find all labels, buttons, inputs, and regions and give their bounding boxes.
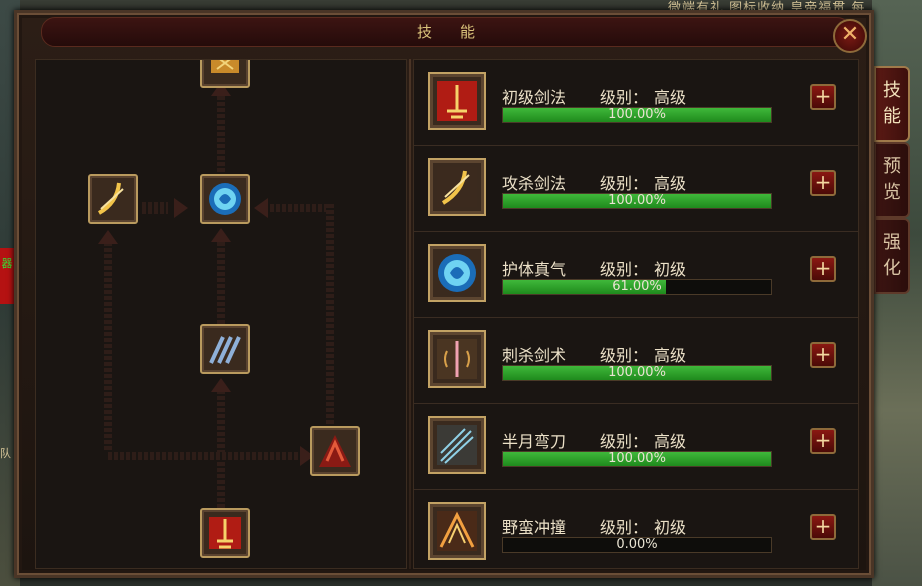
tree-node-claw[interactable] <box>200 324 250 374</box>
tree-path <box>217 242 225 328</box>
skill-row: 半月弯刀 级别： 高级 100.00% + <box>414 404 858 490</box>
savage-charge-icon[interactable] <box>428 502 486 560</box>
tab-skills-char-2: 能 <box>883 106 901 127</box>
savage-charge-icon <box>319 435 351 467</box>
level-value: 高级 <box>654 346 687 365</box>
tab-enhance[interactable]: 强 化 <box>874 218 910 294</box>
upgrade-plus-button[interactable]: + <box>810 170 836 196</box>
tree-path <box>217 96 225 172</box>
panel-divider <box>409 59 411 569</box>
tab-preview[interactable]: 预 览 <box>874 142 910 218</box>
level-value: 初级 <box>654 518 687 537</box>
progress-bar: 100.00% <box>502 365 772 381</box>
progress-text: 100.00% <box>608 451 666 466</box>
window-titlebar[interactable]: 技能 <box>41 17 851 47</box>
level-label: 级别： <box>600 88 649 107</box>
tab-skills[interactable]: 技 能 <box>874 66 910 142</box>
skill-row: 护体真气 级别： 初级 61.00% + <box>414 232 858 318</box>
skill-row: 野蛮冲撞 级别： 初级 0.00% + <box>414 490 858 568</box>
level-label: 级别： <box>600 346 649 365</box>
progress-bar: 0.00% <box>502 537 772 553</box>
progress-text: 61.00% <box>612 279 662 294</box>
progress-text: 0.00% <box>616 537 658 552</box>
tree-path <box>108 452 308 460</box>
upgrade-plus-button[interactable]: + <box>810 84 836 110</box>
tree-path <box>270 204 332 212</box>
crescent-blade-icon[interactable] <box>428 416 486 474</box>
skill-list: 初级剑法 级别： 高级 100.00% + 攻杀剑法 级别： 高级 100.00… <box>413 59 859 569</box>
slash-arc-icon[interactable] <box>428 158 486 216</box>
sword-basic-icon <box>209 517 241 549</box>
tree-node-basic[interactable] <box>200 508 250 558</box>
skill-row: 攻杀剑法 级别： 高级 100.00% + <box>414 146 858 232</box>
shield-aura-icon[interactable] <box>428 244 486 302</box>
progress-bar: 100.00% <box>502 193 772 209</box>
level-label: 级别： <box>600 174 649 193</box>
upgrade-plus-button[interactable]: + <box>810 256 836 282</box>
skills-window: 技能 ✕ 初级剑法 级别： 高级 100.00% + 攻杀剑法 级别： 高级 1… <box>14 10 874 578</box>
slash-arc-icon <box>97 182 124 215</box>
thrust-sword-icon[interactable] <box>428 330 486 388</box>
level-value: 高级 <box>654 174 687 193</box>
upgrade-plus-button[interactable]: + <box>810 428 836 454</box>
level-value: 高级 <box>654 88 687 107</box>
progress-text: 100.00% <box>608 365 666 380</box>
tree-node-slash[interactable] <box>88 174 138 224</box>
progress-text: 100.00% <box>608 107 666 122</box>
tab-preview-char-1: 预 <box>883 156 901 177</box>
level-value: 高级 <box>654 432 687 451</box>
upgrade-plus-button[interactable]: + <box>810 514 836 540</box>
skill-name: 护体真气 <box>502 260 567 279</box>
skill-name: 半月弯刀 <box>502 432 567 451</box>
tree-arrow-left <box>254 198 268 218</box>
tree-path <box>326 204 334 440</box>
tree-arrow-up <box>211 228 231 242</box>
tab-skills-char-1: 技 <box>883 80 901 101</box>
tree-path <box>142 202 168 214</box>
tree-arrow-up <box>211 378 231 392</box>
skill-name: 攻杀剑法 <box>502 174 567 193</box>
skill-row: 初级剑法 级别： 高级 100.00% + <box>414 60 858 146</box>
scroll-icon <box>211 60 239 73</box>
progress-bar: 100.00% <box>502 451 772 467</box>
level-label: 级别： <box>600 518 649 537</box>
skill-name: 刺杀剑术 <box>502 346 567 365</box>
sword-basic-icon[interactable] <box>428 72 486 130</box>
level-label: 级别： <box>600 432 649 451</box>
tree-node-shield[interactable] <box>200 174 250 224</box>
close-button[interactable]: ✕ <box>833 19 867 53</box>
tree-node-charge[interactable] <box>310 426 360 476</box>
level-value: 初级 <box>654 260 687 279</box>
upgrade-plus-button[interactable]: + <box>810 342 836 368</box>
tab-preview-char-2: 览 <box>883 182 901 203</box>
tree-path <box>217 390 225 508</box>
skill-name: 野蛮冲撞 <box>502 518 567 537</box>
tree-node-top[interactable] <box>200 60 250 88</box>
shield-aura-icon <box>209 183 241 215</box>
left-side-text: 队 <box>0 447 11 460</box>
tab-enhance-char-2: 化 <box>883 258 901 279</box>
left-badge-text: 器 <box>1 257 13 270</box>
skill-name: 初级剑法 <box>502 88 567 107</box>
skill-tree-panel <box>35 59 407 569</box>
claw-icon <box>209 336 241 364</box>
progress-bar: 100.00% <box>502 107 772 123</box>
progress-text: 100.00% <box>608 193 666 208</box>
tree-arrow-up <box>98 230 118 244</box>
window-title: 技能 <box>416 23 503 41</box>
tree-path <box>104 242 112 452</box>
tree-arrow-right <box>174 198 188 218</box>
skill-row: 刺杀剑术 级别： 高级 100.00% + <box>414 318 858 404</box>
tab-enhance-char-1: 强 <box>883 232 901 253</box>
level-label: 级别： <box>600 260 649 279</box>
progress-bar: 61.00% <box>502 279 772 295</box>
